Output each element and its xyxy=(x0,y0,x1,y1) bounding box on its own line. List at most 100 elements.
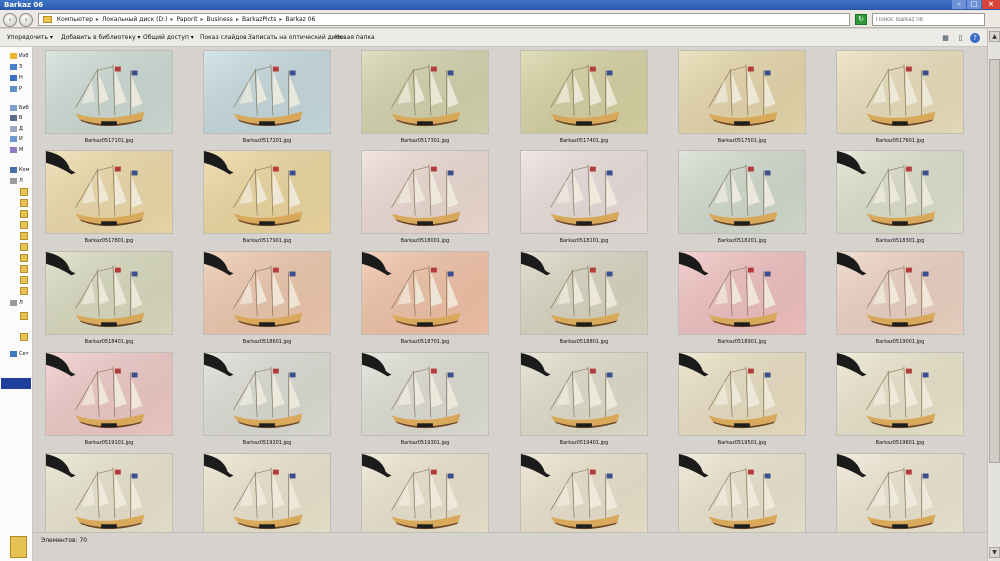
search-input[interactable] xyxy=(872,13,985,26)
file-name[interactable]: Barkaz0519501.jpg xyxy=(678,439,806,448)
slideshow-button[interactable]: Показ слайдов xyxy=(200,29,247,47)
file-name[interactable]: Barkaz0518301.jpg xyxy=(836,237,964,246)
breadcrumb-separator-icon[interactable]: ▸ xyxy=(236,16,239,23)
sidebar-item[interactable]: И xyxy=(10,135,32,144)
file-thumbnail[interactable] xyxy=(361,453,489,532)
file-name[interactable]: Barkaz0517401.jpg xyxy=(520,137,648,146)
file-thumbnail[interactable] xyxy=(520,352,648,436)
file-thumbnail[interactable] xyxy=(361,251,489,335)
file-thumbnail[interactable] xyxy=(203,50,331,134)
file-name[interactable]: Barkaz0517301.jpg xyxy=(361,137,489,146)
sidebar-selected-folder[interactable] xyxy=(1,378,31,389)
sidebar-folder-icon[interactable] xyxy=(20,199,28,207)
file-name[interactable]: Barkaz0518801.jpg xyxy=(520,338,648,347)
file-name[interactable]: Barkaz0518901.jpg xyxy=(678,338,806,347)
file-name[interactable]: Barkaz0517601.jpg xyxy=(836,137,964,146)
maximize-button[interactable]: □ xyxy=(967,0,981,9)
sidebar-folder-icon[interactable] xyxy=(20,188,28,196)
file-name[interactable]: Barkaz0519301.jpg xyxy=(361,439,489,448)
file-thumbnail[interactable] xyxy=(836,50,964,134)
breadcrumb-item[interactable]: Локальный диск (D:) xyxy=(102,16,168,23)
scroll-down-icon[interactable]: ▼ xyxy=(989,547,1000,558)
sidebar-folder-icon[interactable] xyxy=(20,276,28,284)
file-thumbnail[interactable] xyxy=(203,453,331,532)
file-thumbnail[interactable] xyxy=(678,50,806,134)
sidebar-folder-icon[interactable] xyxy=(20,265,28,273)
breadcrumb-item[interactable]: BarkazPicts xyxy=(242,16,276,23)
file-thumbnail[interactable] xyxy=(520,453,648,532)
file-name[interactable]: Barkaz0519601.jpg xyxy=(836,439,964,448)
file-thumbnail[interactable] xyxy=(361,352,489,436)
scroll-up-icon[interactable]: ▲ xyxy=(989,31,1000,42)
file-thumbnail[interactable] xyxy=(45,150,173,234)
file-name[interactable]: Barkaz0517901.jpg xyxy=(203,237,331,246)
file-thumbnail[interactable] xyxy=(836,453,964,532)
breadcrumb-item[interactable]: Компьютер xyxy=(57,16,93,23)
sidebar-item[interactable]: Биб xyxy=(10,104,32,113)
file-thumbnail[interactable] xyxy=(836,251,964,335)
sidebar-folder-icon[interactable] xyxy=(20,333,28,341)
file-name[interactable]: Barkaz0517801.jpg xyxy=(45,237,173,246)
file-thumbnail[interactable] xyxy=(836,150,964,234)
sidebar-item[interactable]: З xyxy=(10,63,32,72)
preview-pane-icon[interactable]: ▯ xyxy=(955,33,966,43)
add-to-library-button[interactable]: Добавить в библиотеку ▾ xyxy=(61,29,141,47)
file-thumbnail[interactable] xyxy=(203,352,331,436)
file-thumbnail[interactable] xyxy=(678,352,806,436)
forward-button[interactable]: › xyxy=(19,13,33,27)
file-thumbnail[interactable] xyxy=(361,50,489,134)
file-name[interactable]: Barkaz0517201.jpg xyxy=(203,137,331,146)
file-name[interactable]: Barkaz0519101.jpg xyxy=(45,439,173,448)
breadcrumb-separator-icon[interactable]: ▸ xyxy=(279,16,282,23)
file-thumbnail[interactable] xyxy=(520,251,648,335)
file-thumbnail[interactable] xyxy=(203,251,331,335)
file-name[interactable]: Barkaz0518201.jpg xyxy=(678,237,806,246)
sidebar-folder-icon[interactable] xyxy=(20,243,28,251)
file-thumbnail[interactable] xyxy=(678,150,806,234)
file-thumbnail[interactable] xyxy=(45,251,173,335)
scroll-thumb[interactable] xyxy=(989,59,1000,463)
sidebar-folder-icon[interactable] xyxy=(20,312,28,320)
back-button[interactable]: ‹ xyxy=(3,13,17,27)
file-name[interactable]: Barkaz0518401.jpg xyxy=(45,338,173,347)
new-folder-button[interactable]: Новая папка xyxy=(335,29,375,47)
sidebar-item[interactable]: Д xyxy=(10,125,32,134)
breadcrumb-separator-icon[interactable]: ▸ xyxy=(170,16,173,23)
file-name[interactable]: Barkaz0518601.jpg xyxy=(203,338,331,347)
sidebar-item[interactable]: М xyxy=(10,146,32,155)
sidebar-item[interactable]: Л xyxy=(10,299,32,308)
breadcrumb-separator-icon[interactable]: ▸ xyxy=(96,16,99,23)
file-name[interactable]: Barkaz0518701.jpg xyxy=(361,338,489,347)
help-icon[interactable]: ? xyxy=(970,33,980,43)
file-thumbnail[interactable] xyxy=(203,150,331,234)
view-options-icon[interactable]: ▦ xyxy=(940,33,951,43)
file-thumbnail[interactable] xyxy=(45,352,173,436)
file-name[interactable]: Barkaz0518101.jpg xyxy=(520,237,648,246)
file-name[interactable]: Barkaz0519401.jpg xyxy=(520,439,648,448)
file-name[interactable]: Barkaz0517101.jpg xyxy=(45,137,173,146)
file-thumbnail[interactable] xyxy=(45,453,173,532)
breadcrumb-item[interactable]: Business xyxy=(206,16,232,23)
breadcrumb-item[interactable]: Paporit xyxy=(176,16,197,23)
close-button[interactable]: × xyxy=(982,0,1000,9)
breadcrumb-separator-icon[interactable]: ▸ xyxy=(200,16,203,23)
sidebar-item[interactable]: Ком xyxy=(10,166,32,175)
organize-button[interactable]: Упорядочить ▾ xyxy=(7,29,53,47)
file-thumbnail[interactable] xyxy=(520,150,648,234)
file-thumbnail[interactable] xyxy=(45,50,173,134)
sidebar-folder-icon[interactable] xyxy=(20,232,28,240)
sidebar-item[interactable]: Сет xyxy=(10,350,32,359)
sidebar-item[interactable]: Н xyxy=(10,74,32,83)
share-button[interactable]: Общий доступ ▾ xyxy=(143,29,194,47)
sidebar-item[interactable]: Л xyxy=(10,177,32,186)
sidebar-item[interactable]: Р xyxy=(10,85,32,94)
file-name[interactable]: Barkaz0518001.jpg xyxy=(361,237,489,246)
sidebar-folder-icon[interactable] xyxy=(20,254,28,262)
file-thumbnail[interactable] xyxy=(678,251,806,335)
refresh-icon[interactable]: ↻ xyxy=(855,14,867,25)
file-name[interactable]: Barkaz0519201.jpg xyxy=(203,439,331,448)
file-name[interactable]: Barkaz0519001.jpg xyxy=(836,338,964,347)
file-name[interactable]: Barkaz0517501.jpg xyxy=(678,137,806,146)
sidebar-folder-icon[interactable] xyxy=(20,221,28,229)
sidebar-item[interactable]: Изб xyxy=(10,52,32,61)
